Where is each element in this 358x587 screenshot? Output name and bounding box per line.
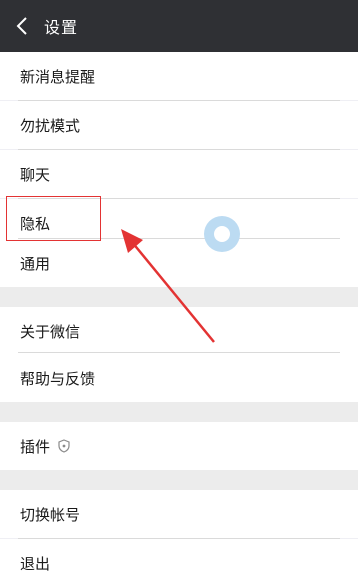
- touch-indicator: [204, 216, 240, 252]
- menu-item-label: 新消息提醒: [20, 67, 96, 86]
- menu-item-label: 隐私: [20, 214, 51, 233]
- chevron-left-icon: [16, 17, 27, 35]
- menu-item-notifications[interactable]: 新消息提醒: [0, 52, 358, 100]
- menu-item-label: 勿扰模式: [20, 116, 81, 135]
- page-title: 设置: [44, 18, 79, 37]
- title-bar: 设置: [0, 0, 358, 52]
- menu-item-label: 通用: [20, 254, 51, 273]
- menu-item-label: 切换帐号: [20, 505, 81, 524]
- section-gap: [0, 402, 358, 422]
- menu-item-label: 帮助与反馈: [20, 369, 96, 388]
- section-gap: [0, 470, 358, 490]
- menu-item-plugins[interactable]: 插件: [0, 422, 358, 470]
- menu-item-label: 插件: [20, 437, 51, 456]
- menu-item-label: 关于微信: [20, 322, 81, 341]
- shield-icon: [58, 439, 70, 453]
- menu-item-general[interactable]: 通用: [0, 239, 358, 287]
- menu-item-label: 退出: [20, 554, 51, 573]
- menu-item-about[interactable]: 关于微信: [0, 307, 358, 355]
- menu-item-help-feedback[interactable]: 帮助与反馈: [0, 354, 358, 402]
- menu-item-do-not-disturb[interactable]: 勿扰模式: [0, 101, 358, 149]
- menu-item-logout[interactable]: 退出: [0, 539, 358, 587]
- menu-item-label: 聊天: [20, 165, 51, 184]
- section-gap: [0, 287, 358, 307]
- divider: [18, 352, 340, 353]
- menu-item-switch-account[interactable]: 切换帐号: [0, 490, 358, 538]
- menu-item-chat[interactable]: 聊天: [0, 150, 358, 198]
- back-button[interactable]: [2, 0, 42, 52]
